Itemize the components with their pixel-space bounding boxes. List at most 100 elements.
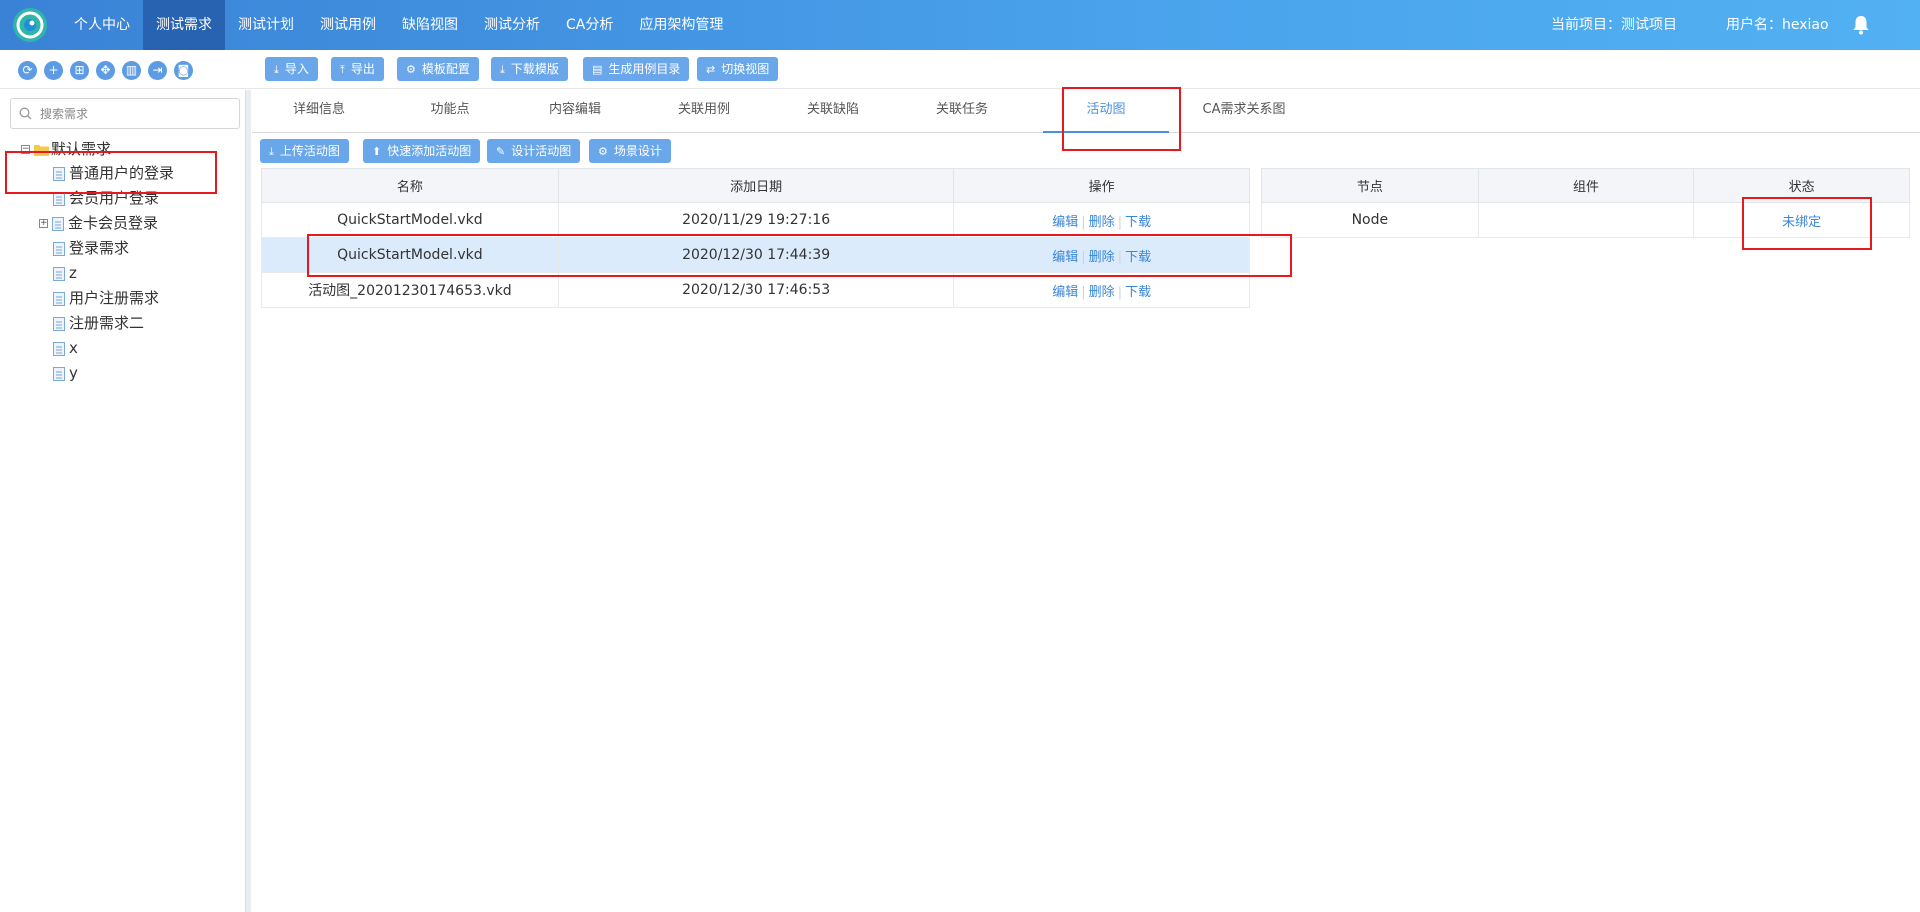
tree-item[interactable]: + 金卡会员登录	[39, 212, 158, 234]
separator: |	[1081, 284, 1086, 300]
scenario-design-button[interactable]: ⚙ 场景设计	[589, 139, 671, 163]
document-icon	[53, 166, 65, 181]
separator: |	[1081, 249, 1086, 265]
file-date: 2020/11/29 19:27:16	[557, 202, 955, 238]
file-name: QuickStartModel.vkd	[261, 237, 559, 273]
refresh-icon[interactable]: ⟳	[18, 61, 37, 80]
tree-root[interactable]: − 默认需求	[21, 138, 111, 160]
tree-item[interactable]: 注册需求二	[53, 312, 144, 334]
panel-splitter[interactable]	[246, 90, 251, 912]
gear-icon: ⚙	[598, 145, 608, 158]
unbound-status-link[interactable]: 未绑定	[1782, 215, 1821, 230]
activity-diagram-files-table: 名称 添加日期 操作 QuickStartModel.vkd 2020/11/2…	[261, 168, 1250, 308]
user-name[interactable]: 用户名：hexiao	[1726, 0, 1829, 50]
nav-test-requirements[interactable]: 测试需求	[143, 0, 225, 50]
tree-item[interactable]: z	[53, 262, 77, 284]
nav-test-plan[interactable]: 测试计划	[225, 0, 307, 50]
tab-function-points[interactable]: 功能点	[415, 90, 485, 133]
search-icon	[19, 107, 32, 120]
table-row[interactable]: QuickStartModel.vkd 2020/11/29 19:27:16 …	[261, 202, 1250, 238]
switch-view-button[interactable]: ⇄ 切换视图	[697, 57, 779, 81]
tree-item[interactable]: 普通用户的登录	[53, 162, 174, 184]
file-operations: 编辑 | 删除 | 下载	[953, 202, 1250, 238]
file-date: 2020/12/30 17:44:39	[557, 237, 955, 273]
tab-linked-defects[interactable]: 关联缺陷	[798, 90, 868, 133]
table-row[interactable]: Node 未绑定	[1261, 202, 1910, 238]
nav-ca-analysis[interactable]: CA分析	[553, 0, 626, 50]
table-row[interactable]: 活动图_20201230174653.vkd 2020/12/30 17:46:…	[261, 272, 1250, 308]
file-name: QuickStartModel.vkd	[261, 202, 559, 238]
collapse-icon[interactable]: −	[21, 145, 30, 154]
document-icon	[53, 191, 65, 206]
expand-icon[interactable]: +	[39, 219, 48, 228]
delete-icon[interactable]: ▥	[122, 61, 141, 80]
document-icon	[53, 241, 65, 256]
add-icon[interactable]: +	[44, 61, 63, 80]
edit-link[interactable]: 编辑	[1049, 250, 1081, 265]
tab-ca-relationship[interactable]: CA需求关系图	[1189, 90, 1299, 133]
detail-tabs: 详细信息 功能点 内容编辑 关联用例 关联缺陷 关联任务 活动图 CA需求关系图	[252, 90, 1920, 133]
current-project[interactable]: 当前项目：测试项目	[1551, 0, 1677, 50]
download-link[interactable]: 下载	[1122, 285, 1154, 300]
template-config-button[interactable]: ⚙ 模板配置	[397, 57, 479, 81]
nav-personal-center[interactable]: 个人中心	[61, 0, 143, 50]
document-icon: ▤	[592, 63, 603, 76]
view-icon[interactable]: ◙	[174, 61, 193, 80]
document-icon	[53, 341, 65, 356]
edit-link[interactable]: 编辑	[1049, 285, 1081, 300]
download-template-button[interactable]: ⤓ 下载模版	[491, 57, 568, 81]
tree-item[interactable]: y	[53, 362, 78, 384]
export-icon[interactable]: ⇥	[148, 61, 167, 80]
column-header-status: 状态	[1693, 168, 1910, 203]
node-name: Node	[1261, 202, 1479, 238]
tab-content-edit[interactable]: 内容编辑	[540, 90, 610, 133]
column-header-node: 节点	[1261, 168, 1479, 203]
download-link[interactable]: 下载	[1122, 215, 1154, 230]
import-button[interactable]: ⤓ 导入	[265, 57, 318, 81]
tree-item[interactable]: x	[53, 337, 78, 359]
bell-icon[interactable]	[1852, 15, 1870, 35]
upload-icon: ⤓	[269, 145, 274, 158]
file-date: 2020/12/30 17:46:53	[557, 272, 955, 308]
document-icon	[53, 266, 65, 281]
column-header-operations: 操作	[953, 168, 1250, 203]
nav-defect-view[interactable]: 缺陷视图	[389, 0, 471, 50]
document-icon	[53, 316, 65, 331]
search-input[interactable]	[40, 103, 230, 124]
table-row-selected[interactable]: QuickStartModel.vkd 2020/12/30 17:44:39 …	[261, 237, 1250, 273]
file-name: 活动图_20201230174653.vkd	[261, 272, 559, 308]
requirements-tree-panel: −默认需求 普通用户的登录 会员用户登录 +金卡会员登录 登录需求 z 用户注册…	[0, 90, 246, 912]
main-nav: 个人中心 测试需求 测试计划 测试用例 缺陷视图 测试分析 CA分析 应用架构管…	[61, 0, 736, 50]
design-activity-diagram-button[interactable]: ✎ 设计活动图	[487, 139, 581, 163]
nav-test-analysis[interactable]: 测试分析	[471, 0, 553, 50]
arrow-up-icon: ⬆	[372, 145, 382, 158]
upload-activity-diagram-button[interactable]: ⤓ 上传活动图	[260, 139, 349, 163]
tree-item[interactable]: 会员用户登录	[53, 187, 159, 209]
move-icon[interactable]: ✥	[96, 61, 115, 80]
tree-item[interactable]: 用户注册需求	[53, 287, 159, 309]
export-button[interactable]: ⤒ 导出	[331, 57, 384, 81]
swap-icon: ⇄	[706, 63, 716, 76]
file-operations: 编辑 | 删除 | 下载	[953, 272, 1250, 308]
tab-activity-diagram[interactable]: 活动图	[1043, 90, 1169, 133]
quick-add-activity-diagram-button[interactable]: ⬆ 快速添加活动图	[363, 139, 481, 163]
delete-link[interactable]: 删除	[1086, 250, 1118, 265]
edit-link[interactable]: 编辑	[1049, 215, 1081, 230]
download-icon: ⤓	[500, 63, 505, 76]
generate-case-directory-button[interactable]: ▤ 生成用例目录	[583, 57, 690, 81]
nav-architecture-management[interactable]: 应用架构管理	[626, 0, 736, 50]
top-navigation-bar: 个人中心 测试需求 测试计划 测试用例 缺陷视图 测试分析 CA分析 应用架构管…	[0, 0, 1920, 50]
delete-link[interactable]: 删除	[1086, 285, 1118, 300]
folder-icon	[34, 144, 49, 156]
tab-details[interactable]: 详细信息	[284, 90, 354, 133]
grid-icon[interactable]: ⊞	[70, 61, 89, 80]
download-link[interactable]: 下载	[1122, 250, 1154, 265]
tab-linked-cases[interactable]: 关联用例	[669, 90, 739, 133]
document-icon	[53, 291, 65, 306]
tab-linked-tasks[interactable]: 关联任务	[927, 90, 997, 133]
app-logo-icon[interactable]	[12, 7, 48, 43]
node-component	[1477, 202, 1695, 238]
delete-link[interactable]: 删除	[1086, 215, 1118, 230]
tree-item[interactable]: 登录需求	[53, 237, 129, 259]
nav-test-cases[interactable]: 测试用例	[307, 0, 389, 50]
